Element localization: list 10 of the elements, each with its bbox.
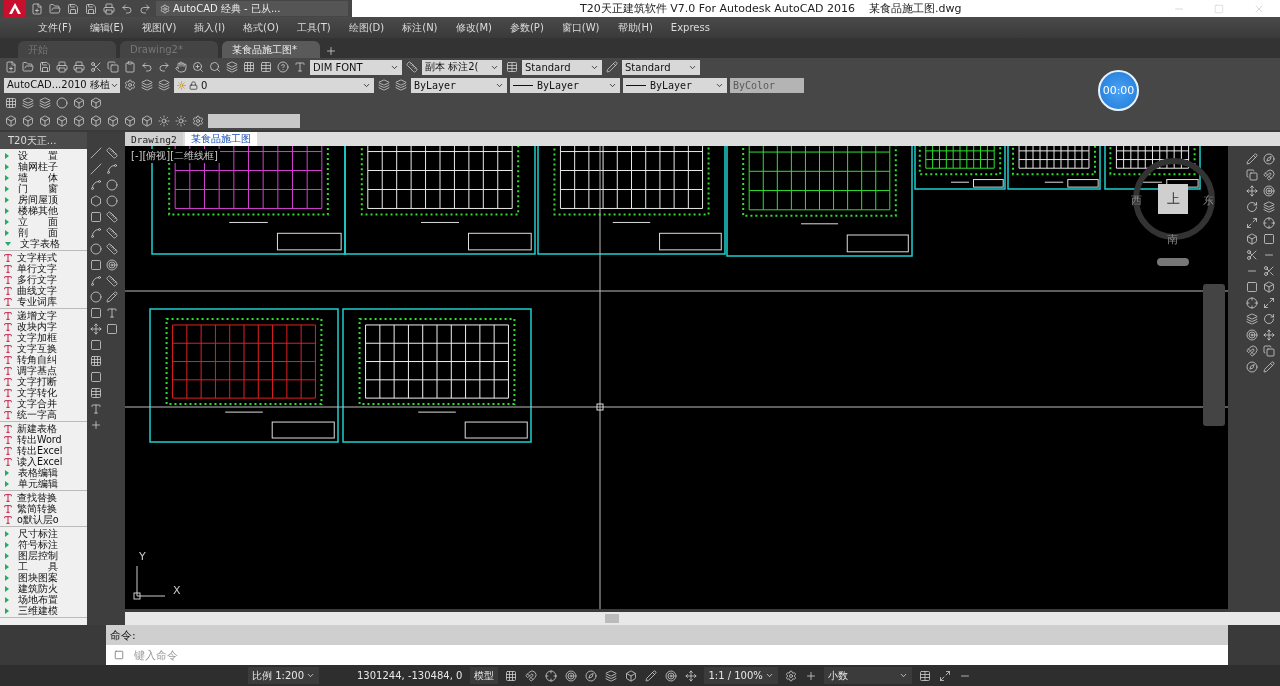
coordinates-readout: 1301244, -130484, 0	[356, 670, 464, 681]
axis-label: Y	[139, 550, 146, 563]
command-history: 命令:	[106, 625, 1228, 645]
layer-name: 0	[201, 79, 208, 91]
linetype-name: ByLayer	[537, 79, 580, 91]
lineweight-name: ByLayer	[650, 79, 693, 91]
panel-title: T20天正...	[0, 132, 88, 149]
axis-label: X	[173, 584, 181, 597]
file-name: 某食品施工图.dwg	[869, 1, 962, 16]
window-title: T20天正建筑软件 V7.0 For Autodesk AutoCAD 2016	[580, 1, 855, 16]
